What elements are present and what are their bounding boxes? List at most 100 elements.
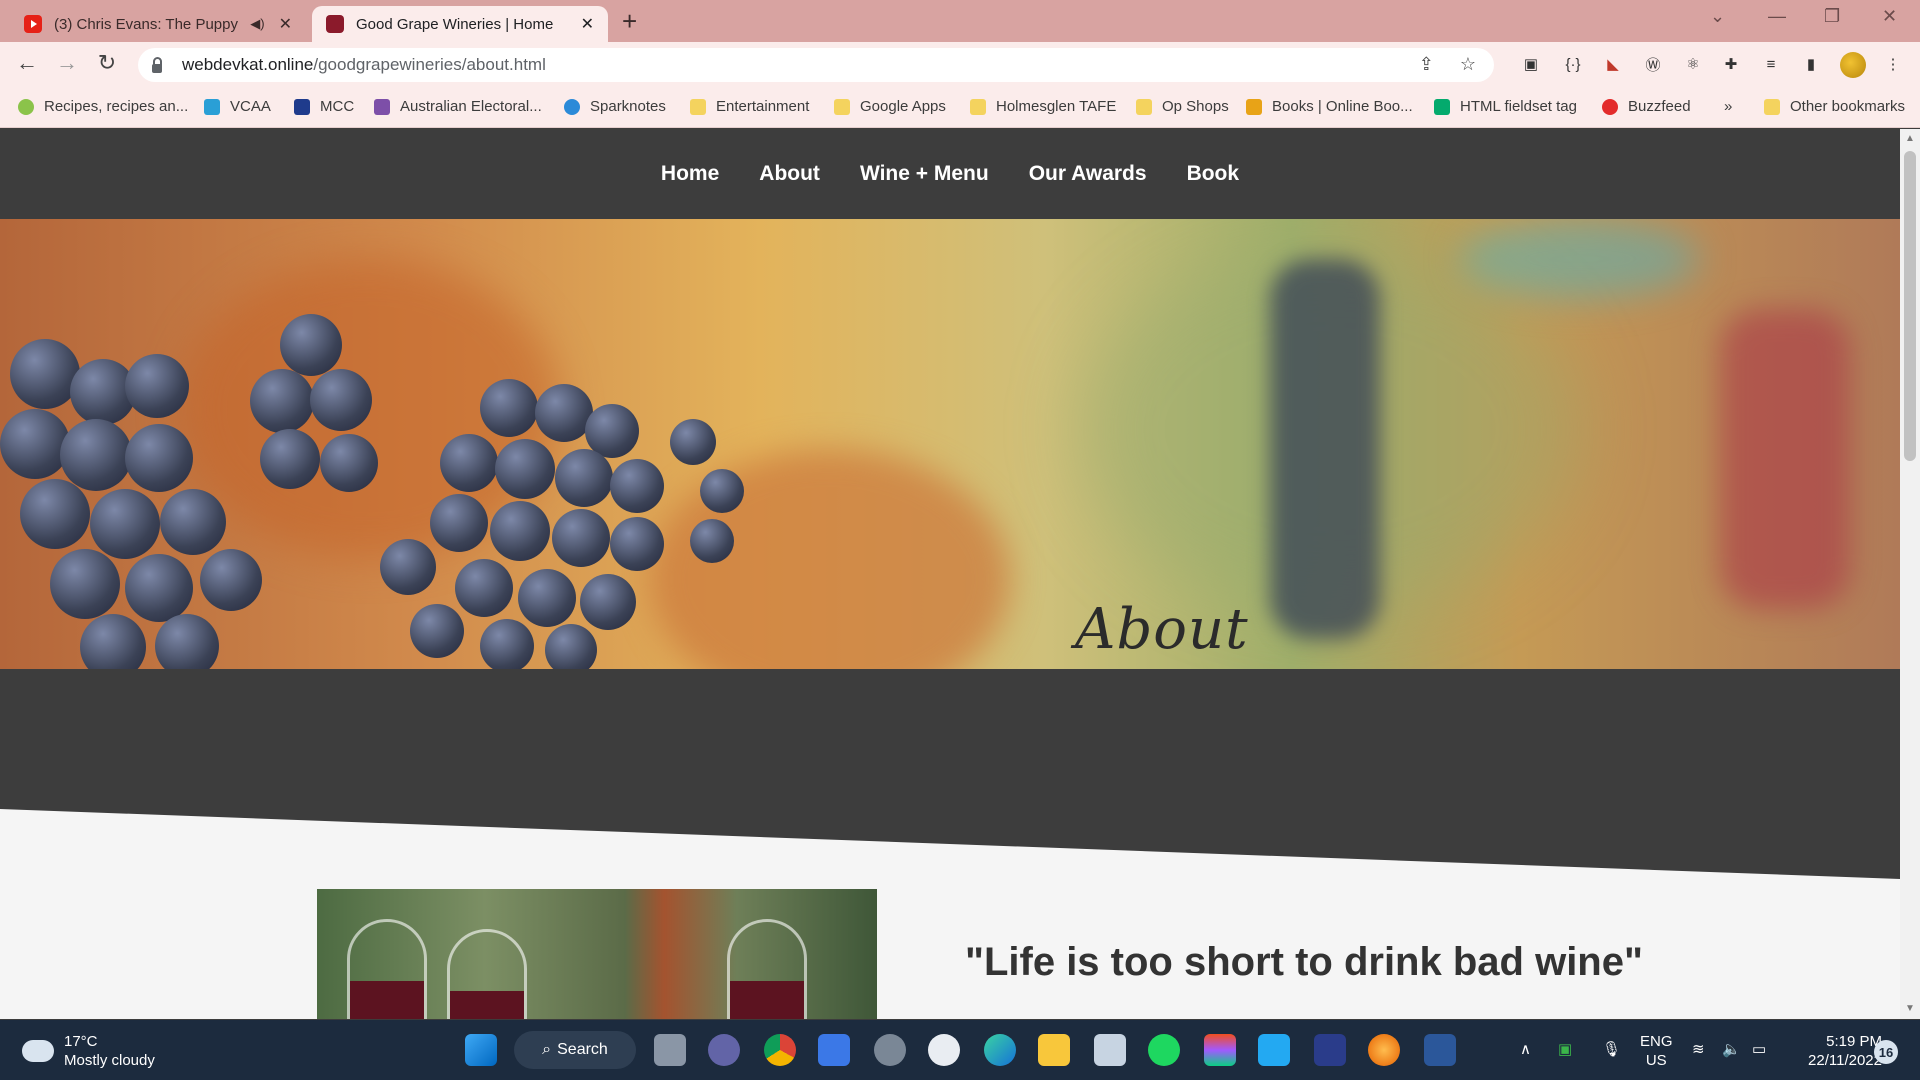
bookmark-mcc[interactable]: MCC [294,98,354,115]
url-host: webdevkat.online [182,55,314,74]
bookmark-label: Recipes, recipes an... [44,98,189,115]
browser-toolbar: ← → ↻ webdevkat.online/goodgrapewineries… [0,42,1920,88]
bookmarks-bar: Recipes, recipes an... VCAA MCC Australi… [0,88,1920,128]
lock-icon[interactable] [152,56,162,73]
language-indicator[interactable]: ENG US [1640,1032,1673,1070]
share-icon[interactable]: ⇪ [1419,54,1434,75]
tab-youtube[interactable]: (3) Chris Evans: The Puppy In ◀) ✕ [10,6,306,42]
address-bar[interactable]: webdevkat.online/goodgrapewineries/about… [138,48,1494,82]
spotify-icon[interactable] [1148,1034,1180,1066]
weather-widget[interactable]: 17°C Mostly cloudy [22,1032,155,1070]
word-icon[interactable] [1424,1034,1456,1066]
books-site-icon [1246,98,1262,115]
bookmark-folder-holmesglen[interactable]: Holmesglen TAFE [970,98,1116,115]
wine-glass [727,919,807,1019]
tab-good-grape[interactable]: Good Grape Wineries | Home ✕ [312,6,608,42]
json-extension-icon[interactable]: {·} [1562,53,1584,75]
file-explorer-icon[interactable] [1038,1034,1070,1066]
windows-start-icon[interactable] [465,1034,497,1066]
figma-icon[interactable] [1204,1034,1236,1066]
bookmark-recipes[interactable]: Recipes, recipes an... [18,98,188,115]
microphone-icon[interactable]: 🎙 [1602,1040,1621,1058]
forward-button[interactable]: → [52,50,82,76]
nav-about[interactable]: About [759,162,820,186]
minimize-button[interactable]: — [1768,6,1786,27]
nav-our-awards[interactable]: Our Awards [1029,162,1147,186]
tab-strip: (3) Chris Evans: The Puppy In ◀) ✕ Good … [0,0,1920,42]
hero-banner: About [0,219,1900,669]
tab-title: (3) Chris Evans: The Puppy In [54,15,243,33]
bookmark-label: Sparknotes [590,98,666,115]
bookmark-aec[interactable]: Australian Electoral... [374,98,542,115]
page-scrollbar[interactable]: ▲ ▼ [1900,129,1920,1019]
mcc-icon [294,98,310,115]
extensions-puzzle-icon[interactable]: ✚ [1720,53,1742,75]
react-extension-icon[interactable]: ⚛ [1682,53,1704,75]
audio-playing-icon[interactable]: ◀) [250,16,264,32]
nav-wine-menu[interactable]: Wine + Menu [860,162,989,186]
quote-heading: "Life is too short to drink bad wine" [965,940,1643,984]
bookmark-label: Holmesglen TAFE [996,98,1117,115]
wordpress-extension-icon[interactable]: Ⓦ [1642,53,1664,75]
bookmark-other[interactable]: Other bookmarks [1764,98,1905,115]
bookmark-vcaa[interactable]: VCAA [204,98,271,115]
edge-icon[interactable] [984,1034,1016,1066]
region-code: US [1645,1052,1667,1069]
bookmarks-overflow-button[interactable]: » [1724,98,1732,115]
bookmark-star-icon[interactable]: ☆ [1460,54,1476,75]
new-tab-button[interactable]: + [622,6,637,37]
system-clock[interactable]: 5:19 PM 22/11/2022 [1792,1032,1882,1070]
bookmark-sparknotes[interactable]: Sparknotes [564,98,666,115]
scroll-up-icon[interactable]: ▲ [1905,133,1915,144]
site-nav: Home About Wine + Menu Our Awards Book [0,129,1900,219]
github-icon[interactable] [928,1034,960,1066]
bookmark-buzzfeed[interactable]: Buzzfeed [1602,98,1691,115]
nav-book[interactable]: Book [1187,162,1240,186]
tab-search-icon[interactable]: ⌄ [1710,6,1725,27]
megaphone-extension-icon[interactable]: ◣ [1602,53,1624,75]
microsoft-store-icon[interactable] [818,1034,850,1066]
bookmark-folder-entertainment[interactable]: Entertainment [690,98,809,115]
hidden-icons-chevron[interactable]: ∧ [1520,1040,1531,1058]
bookmark-folder-google-apps[interactable]: Google Apps [834,98,946,115]
bookmark-label: VCAA [230,98,271,115]
extension-icon[interactable]: ▣ [1520,53,1542,75]
worker-figure [1270,259,1380,639]
bookmark-label: Google Apps [860,98,946,115]
wifi-icon[interactable]: ≋ [1692,1040,1705,1058]
taskbar-search[interactable]: ⌕ Search [514,1031,636,1069]
bookmark-books[interactable]: Books | Online Boo... [1246,98,1413,115]
battery-icon[interactable]: ▭ [1752,1040,1766,1058]
scrollbar-thumb[interactable] [1904,151,1916,461]
bookmark-w3schools[interactable]: HTML fieldset tag [1434,98,1577,115]
notification-badge[interactable]: 16 [1874,1040,1898,1064]
nav-home[interactable]: Home [661,162,719,186]
menu-kebab-icon[interactable]: ⋮ [1882,53,1904,75]
profile-avatar[interactable] [1840,52,1866,78]
webex-icon[interactable] [1314,1034,1346,1066]
bookmark-label: Entertainment [716,98,810,115]
bookmark-folder-op-shops[interactable]: Op Shops [1136,98,1229,115]
settings-gear-icon[interactable] [874,1034,906,1066]
close-window-button[interactable]: ✕ [1882,6,1897,27]
clock-date: 22/11/2022 [1808,1052,1882,1069]
volume-icon[interactable]: 🔈 [1722,1040,1741,1058]
close-tab-icon[interactable]: ✕ [279,14,292,34]
teams-chat-icon[interactable] [708,1034,740,1066]
tray-app-icon[interactable]: ▣ [1558,1040,1572,1058]
chrome-icon[interactable] [764,1034,796,1066]
side-panel-icon[interactable]: ▮ [1800,53,1822,75]
scroll-down-icon[interactable]: ▼ [1905,1003,1915,1014]
reload-button[interactable]: ↻ [92,50,122,76]
vscode-icon[interactable] [1258,1034,1290,1066]
restore-button[interactable]: ❐ [1824,6,1840,27]
firefox-icon[interactable] [1368,1034,1400,1066]
url-text: webdevkat.online/goodgrapewineries/about… [182,55,546,75]
reading-list-icon[interactable]: ≡ [1760,53,1782,75]
aec-icon [374,98,390,115]
back-button[interactable]: ← [12,50,42,76]
snipping-tool-icon[interactable] [1094,1034,1126,1066]
task-view-icon[interactable] [654,1034,686,1066]
close-tab-icon[interactable]: ✕ [581,14,594,34]
weather-condition: Mostly cloudy [64,1052,155,1069]
